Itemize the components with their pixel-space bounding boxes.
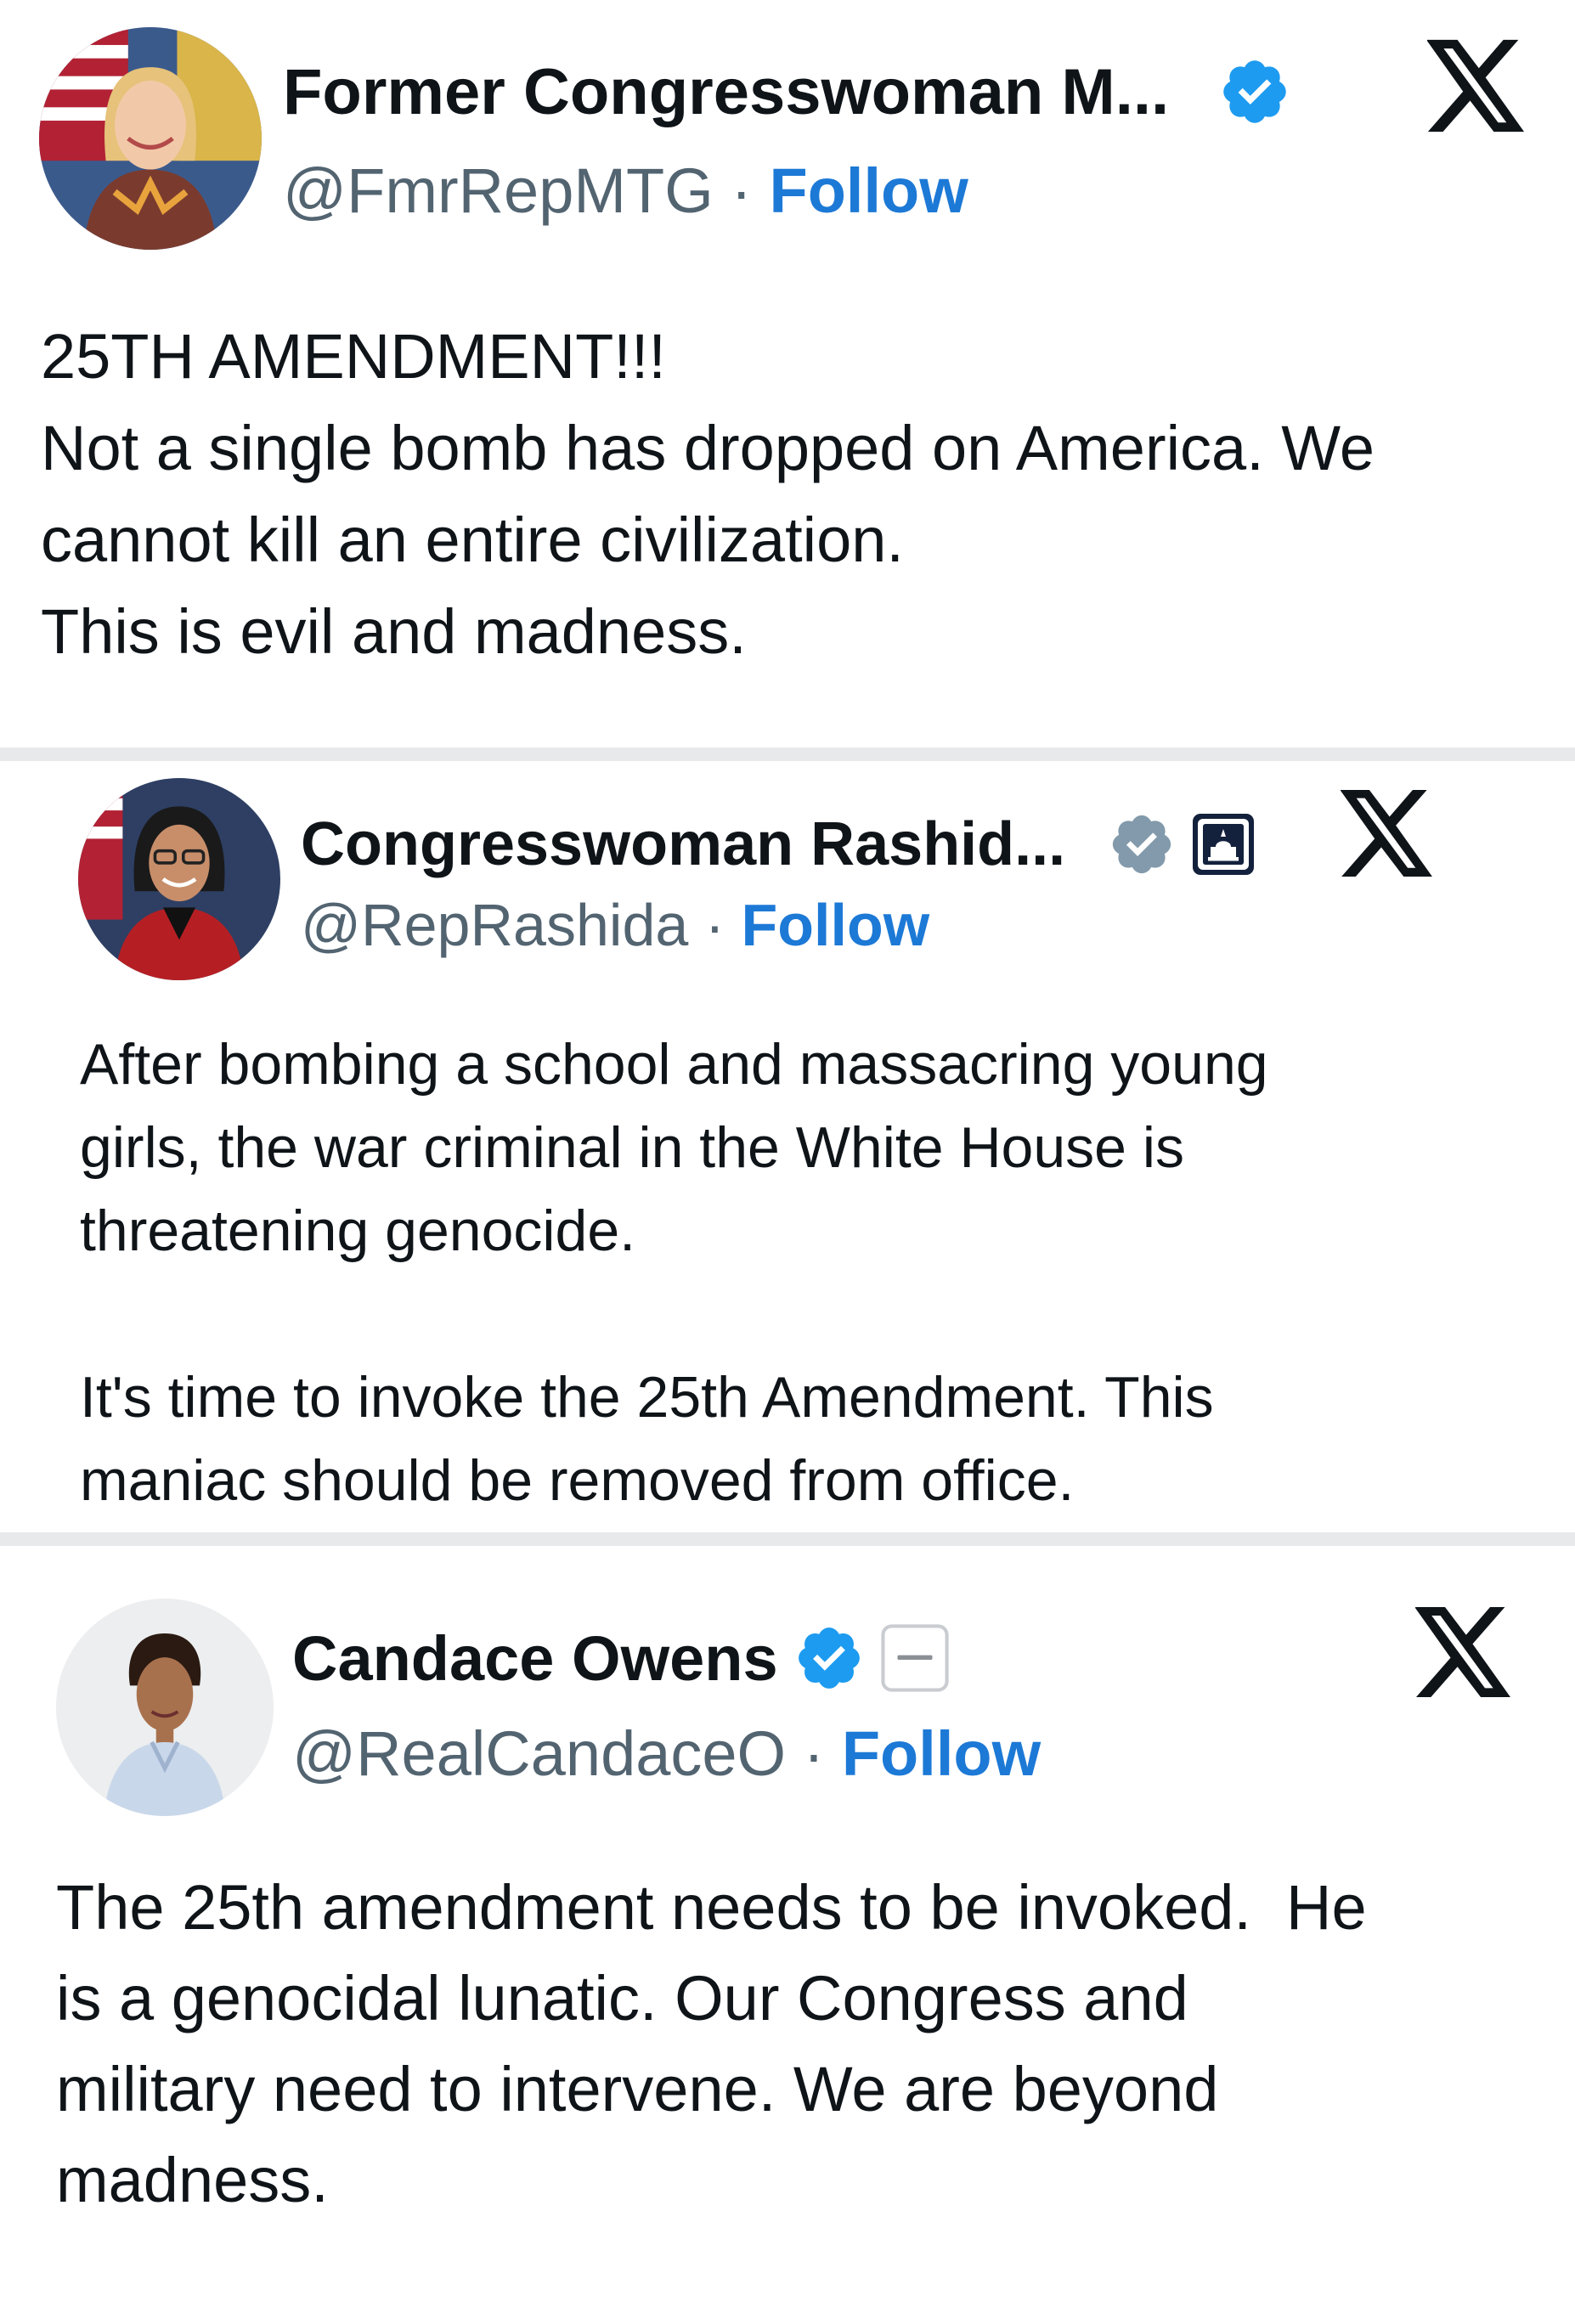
avatar[interactable] — [56, 1599, 274, 1816]
business-badge-icon — [880, 1623, 950, 1693]
divider — [0, 747, 1575, 761]
tweet-text-line: maniac should be removed from office. — [80, 1448, 1075, 1513]
tweet-text-line: threatening genocide. — [80, 1199, 636, 1263]
author-name[interactable]: Congresswoman Rashid... — [301, 809, 1065, 879]
tweet-text-line: This is evil and madness. — [41, 596, 747, 667]
tweet-text-line: girls, the war criminal in the White Hou… — [80, 1115, 1185, 1180]
tweet-card-2: Congresswoman Rashid... @RepRashida · Fo… — [0, 761, 1575, 1532]
verified-gray-icon — [1108, 810, 1176, 878]
avatar[interactable] — [39, 27, 262, 250]
tweet-text-line: The 25th amendment needs to be invoked. … — [56, 1872, 1367, 1943]
handle-row: @RepRashida · Follow — [301, 888, 929, 962]
author-name[interactable]: Former Congresswoman M... — [283, 55, 1169, 129]
author-name[interactable]: Candace Owens — [292, 1622, 778, 1695]
verified-blue-icon — [793, 1622, 865, 1694]
tweet-text-line: Not a single bomb has dropped on America… — [41, 413, 1375, 483]
author-handle[interactable]: @RepRashida — [301, 892, 688, 958]
tweet-card-3: Candace Owens @RealCandaceO · Follow The… — [0, 1546, 1575, 2324]
author-handle[interactable]: @FmrRepMTG — [283, 155, 714, 226]
follow-button[interactable]: Follow — [770, 155, 968, 226]
follow-button[interactable]: Follow — [842, 1718, 1041, 1789]
tweet-text: After bombing a school and massacring yo… — [80, 1023, 1268, 1522]
tweet-text-line: military need to intervene. We are beyon… — [56, 2054, 1219, 2124]
tweet-text: The 25th amendment needs to be invoked. … — [56, 1862, 1367, 2225]
x-logo-icon[interactable] — [1341, 790, 1436, 877]
handle-row: @RealCandaceO · Follow — [292, 1716, 1041, 1792]
tweet-text-line: It's time to invoke the 25th Amendment. … — [80, 1365, 1214, 1430]
author-name-row[interactable]: Congresswoman Rashid... — [301, 802, 1255, 887]
tweet-card-1: Former Congresswoman M... @FmrRepMTG · F… — [0, 0, 1575, 747]
tweet-text-line: madness. — [56, 2145, 329, 2215]
follow-button[interactable]: Follow — [742, 892, 930, 958]
verified-blue-icon — [1218, 55, 1291, 128]
author-name-row[interactable]: Candace Owens — [292, 1616, 950, 1701]
x-logo-icon[interactable] — [1415, 1607, 1514, 1697]
separator: · — [803, 1718, 842, 1789]
tweet-text-line: is a genocidal lunatic. Our Congress and — [56, 1963, 1188, 2034]
separator: · — [704, 892, 742, 958]
capitol-icon — [1193, 814, 1255, 875]
x-logo-icon[interactable] — [1427, 39, 1527, 133]
tweet-text: 25TH AMENDMENT!!! Not a single bomb has … — [41, 311, 1375, 678]
tweet-text-line: After bombing a school and massacring yo… — [80, 1032, 1268, 1097]
separator: · — [731, 155, 770, 226]
author-handle[interactable]: @RealCandaceO — [292, 1718, 786, 1789]
handle-row: @FmrRepMTG · Follow — [283, 153, 968, 229]
avatar[interactable] — [78, 778, 280, 980]
author-name-row[interactable]: Former Congresswoman M... — [283, 49, 1291, 134]
tweet-text-line: 25TH AMENDMENT!!! — [41, 321, 666, 392]
tweet-text-line: cannot kill an entire civilization. — [41, 505, 904, 575]
divider — [0, 1532, 1575, 1546]
